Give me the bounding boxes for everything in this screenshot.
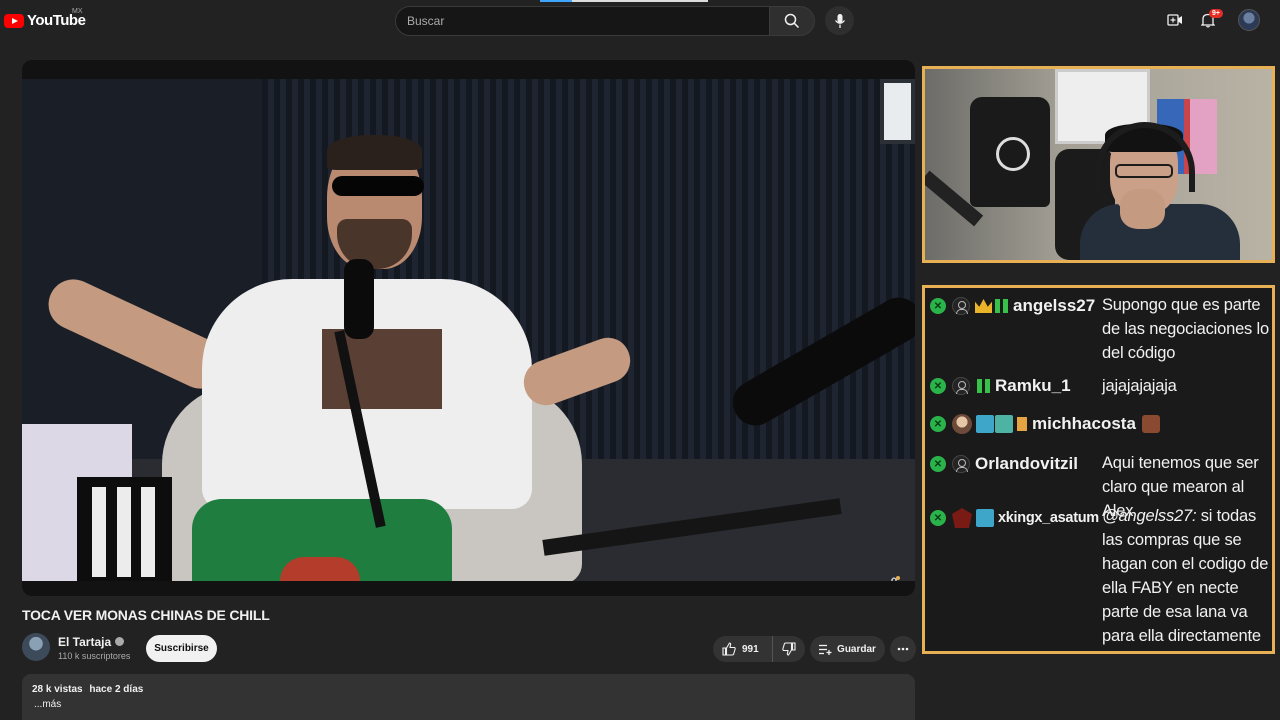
create-button[interactable] — [1165, 10, 1185, 30]
like-button[interactable]: 991 — [713, 636, 773, 662]
user-avatar-icon — [952, 508, 972, 528]
video-frame-image — [22, 79, 915, 581]
description-box[interactable]: 28 k vistas hace 2 días ...más — [22, 674, 915, 720]
create-video-icon — [1167, 14, 1182, 26]
more-horizontal-icon — [897, 647, 909, 651]
channel-name[interactable]: El Tartaja — [58, 635, 111, 649]
more-actions-button[interactable] — [890, 636, 916, 662]
account-avatar[interactable] — [1238, 9, 1260, 31]
thumbs-down-icon — [782, 642, 796, 656]
show-more-link[interactable]: ...más — [32, 699, 905, 710]
chat-text: Supongo que es parte de las negociacione… — [1102, 296, 1269, 362]
video-title: TOCA VER MONAS CHINAS DE CHILL — [22, 607, 270, 623]
chat-username: Orlandovitzil — [975, 454, 1078, 473]
youtube-play-icon — [4, 13, 24, 28]
chat-username: Ramku_1 — [995, 376, 1071, 395]
search-button[interactable] — [770, 6, 815, 36]
search-icon — [784, 13, 800, 29]
view-count: 28 k vistas — [32, 684, 83, 695]
search-bar: Buscar — [395, 6, 815, 36]
like-dislike-group: 991 — [713, 636, 805, 662]
dislike-button[interactable] — [773, 636, 805, 662]
upload-date: hace 2 días — [89, 684, 144, 695]
kick-badge-icon: ✕ — [930, 416, 946, 432]
notification-count-badge: 9+ — [1209, 9, 1223, 18]
chat-message: ✕ Orlandovitzil Aqui tenemos que ser cla… — [925, 449, 1272, 520]
video-player[interactable] — [22, 60, 915, 596]
lock-icon — [891, 576, 900, 581]
chat-text-body: si todas las compras que se hagan con el… — [1102, 507, 1269, 645]
kick-badge-icon: ✕ — [930, 298, 946, 314]
voice-search-button[interactable] — [825, 6, 854, 35]
kick-badge-icon: ✕ — [930, 510, 946, 526]
gift-badge-icon — [995, 299, 1008, 313]
subscribe-button[interactable]: Suscribirse — [146, 635, 217, 662]
subscriber-badge-icon — [976, 415, 994, 433]
channel-name-row[interactable]: El Tartaja — [58, 635, 125, 649]
verified-icon — [115, 637, 125, 646]
top-bar: YouTube MX Buscar 9+ — [0, 0, 1280, 42]
user-avatar-icon — [952, 414, 972, 434]
description-meta: 28 k vistas hace 2 días — [32, 684, 905, 695]
emote-icon — [1141, 415, 1160, 433]
subscriber-badge-icon — [976, 509, 994, 527]
user-icon — [952, 297, 970, 315]
chat-message: ✕ angelss27 Supongo que es parte de las … — [925, 291, 1272, 371]
streamer-webcam-overlay — [922, 66, 1275, 263]
user-icon — [952, 455, 970, 473]
youtube-logo[interactable]: YouTube MX — [4, 8, 86, 29]
like-count: 991 — [742, 643, 759, 655]
bits-badge-icon — [1017, 417, 1027, 431]
crown-badge-icon — [975, 299, 992, 313]
chat-mention: @angelss27: — [1102, 507, 1197, 525]
chat-username: angelss27 — [1013, 296, 1096, 315]
chat-text: jajajajajaja — [1102, 377, 1177, 395]
chat-username: michhacosta — [1032, 414, 1136, 433]
channel-avatar[interactable] — [22, 633, 50, 661]
gift-badge-icon — [977, 379, 990, 393]
loading-progress-bar — [540, 0, 708, 2]
thumbs-up-icon — [722, 642, 736, 656]
user-icon — [952, 377, 970, 395]
microphone-icon — [834, 13, 845, 28]
save-label: Guardar — [837, 643, 876, 655]
chat-message: ✕ michhacosta — [925, 409, 1272, 449]
chat-text: @angelss27: si todas las compras que se … — [1102, 504, 1275, 648]
search-input[interactable]: Buscar — [395, 6, 770, 36]
chat-message: ✕ xkingx_asatum @angelss27: si todas las… — [925, 503, 1272, 645]
country-code: MX — [72, 8, 83, 15]
kick-badge-icon: ✕ — [930, 378, 946, 394]
playlist-add-icon — [819, 644, 832, 655]
chat-message: ✕ Ramku_1 jajajajajaja — [925, 371, 1272, 409]
subscriber-count: 110 k suscriptores — [58, 651, 131, 661]
subscriber-badge-icon — [995, 415, 1013, 433]
chat-username: xkingx_asatum — [998, 510, 1099, 526]
kick-badge-icon: ✕ — [930, 456, 946, 472]
stream-chat-overlay: ✕ angelss27 Supongo que es parte de las … — [922, 285, 1275, 654]
save-button[interactable]: Guardar — [810, 636, 885, 662]
